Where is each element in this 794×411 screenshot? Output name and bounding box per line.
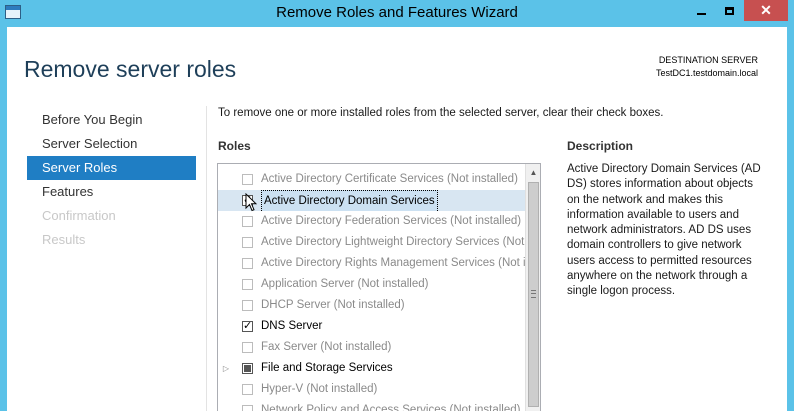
role-label: Application Server (Not installed) (261, 278, 429, 290)
minimize-button[interactable] (688, 0, 714, 21)
role-checkbox[interactable] (242, 384, 253, 395)
role-checkbox[interactable] (242, 174, 253, 185)
role-checkbox-checked[interactable]: ✓ (242, 321, 253, 332)
roles-heading: Roles (218, 139, 251, 153)
role-checkbox[interactable] (242, 279, 253, 290)
close-icon: ✕ (760, 2, 772, 18)
role-checkbox[interactable] (242, 342, 253, 353)
role-row[interactable]: ✓ DNS Server (218, 316, 525, 337)
role-row[interactable]: ▷ File and Storage Services (218, 358, 525, 379)
role-checkbox[interactable] (242, 237, 253, 248)
description-heading: Description (567, 139, 634, 153)
mouse-cursor-icon (245, 193, 257, 212)
destination-server-name: TestDC1.testdomain.local (655, 68, 758, 78)
thumb-grip-icon (531, 290, 536, 298)
role-label: Active Directory Domain Services (261, 190, 438, 211)
window-frame-right (787, 27, 794, 411)
nav-item-server-selection[interactable]: Server Selection (27, 132, 196, 156)
role-row[interactable]: Active Directory Federation Services (No… (218, 211, 525, 232)
role-checkbox[interactable] (242, 216, 253, 227)
role-checkbox[interactable] (242, 258, 253, 269)
maximize-icon (724, 7, 734, 16)
role-checkbox[interactable] (242, 405, 253, 411)
role-label: Active Directory Certificate Services (N… (261, 173, 518, 185)
instructions-text: To remove one or more installed roles fr… (218, 107, 664, 119)
role-row-selected[interactable]: ✓ Active Directory Domain Services (218, 190, 525, 211)
roles-scrollbar[interactable]: ▲ (525, 164, 540, 411)
roles-list[interactable]: Active Directory Certificate Services (N… (217, 163, 541, 411)
role-row[interactable]: Application Server (Not installed) (218, 274, 525, 295)
title-bar[interactable]: Remove Roles and Features Wizard ✕ (0, 0, 794, 27)
minimize-icon (696, 13, 706, 16)
nav-item-before-you-begin[interactable]: Before You Begin (27, 108, 196, 132)
nav-item-confirmation: Confirmation (42, 208, 116, 223)
role-row[interactable]: Active Directory Lightweight Directory S… (218, 232, 525, 253)
nav-divider (206, 106, 207, 411)
role-label: DNS Server (261, 320, 323, 332)
role-label: DHCP Server (Not installed) (261, 299, 405, 311)
role-row[interactable]: Active Directory Certificate Services (N… (218, 169, 525, 190)
wizard-nav: Before You Begin Server Selection Server… (27, 108, 196, 252)
close-button[interactable]: ✕ (744, 0, 788, 21)
role-label: Fax Server (Not installed) (261, 341, 392, 353)
role-label: Hyper-V (Not installed) (261, 383, 378, 395)
scroll-thumb[interactable] (528, 182, 539, 407)
role-label: Network Policy and Access Services (Not … (261, 404, 521, 411)
role-row[interactable]: Active Directory Rights Management Servi… (218, 253, 525, 274)
maximize-button[interactable] (716, 0, 742, 21)
role-checkbox[interactable] (242, 300, 253, 311)
expand-arrow-icon[interactable]: ▷ (221, 358, 231, 379)
destination-server-label: DESTINATION SERVER (658, 55, 758, 65)
scroll-up-icon[interactable]: ▲ (526, 164, 540, 181)
window-title: Remove Roles and Features Wizard (276, 4, 518, 21)
role-row[interactable]: Hyper-V (Not installed) (218, 379, 525, 400)
role-label: Active Directory Lightweight Directory S… (261, 236, 525, 248)
role-row[interactable]: Network Policy and Access Services (Not … (218, 400, 525, 411)
role-label: File and Storage Services (261, 362, 393, 374)
nav-item-features[interactable]: Features (27, 180, 196, 204)
page-title: Remove server roles (24, 56, 237, 82)
role-row[interactable]: Fax Server (Not installed) (218, 337, 525, 358)
role-label: Active Directory Federation Services (No… (261, 215, 522, 227)
nav-item-server-roles[interactable]: Server Roles (27, 156, 196, 180)
nav-item-results: Results (42, 232, 86, 247)
role-row[interactable]: DHCP Server (Not installed) (218, 295, 525, 316)
window-frame-left (0, 27, 7, 411)
description-text: Active Directory Domain Services (AD DS)… (567, 163, 761, 298)
role-label: Active Directory Rights Management Servi… (261, 257, 525, 269)
role-checkbox-partial[interactable] (242, 363, 253, 374)
